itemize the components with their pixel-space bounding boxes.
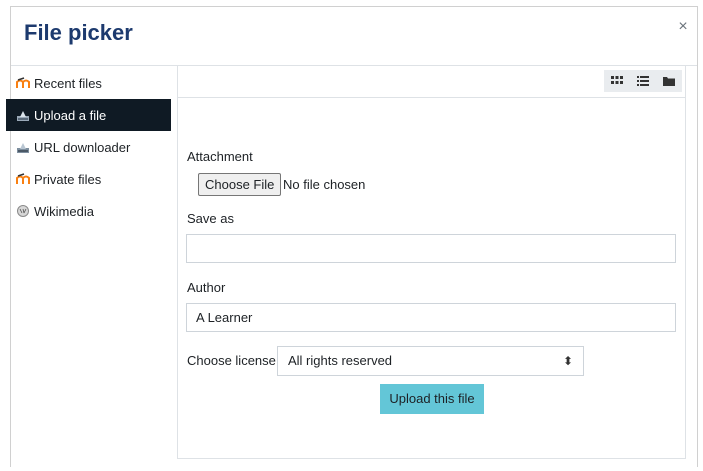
dialog-title: File picker [24, 20, 133, 45]
author-input[interactable]: A Learner [186, 303, 676, 332]
dialog-header: File picker × [11, 7, 697, 66]
url-download-icon [16, 140, 30, 154]
sidebar-item-label: Wikimedia [34, 203, 94, 219]
sidebar-item-label: Private files [34, 171, 102, 187]
select-arrows-icon: ⬍ [562, 354, 573, 368]
sidebar-item-label: Recent files [34, 75, 102, 91]
attachment-label: Attachment [187, 149, 253, 164]
icons-view-icon[interactable] [604, 70, 630, 92]
sidebar-item-url-downloader[interactable]: URL downloader [6, 131, 171, 163]
author-label: Author [187, 280, 226, 295]
view-switcher [604, 70, 682, 92]
moodle-icon [16, 172, 30, 186]
license-select[interactable]: All rights reserved ⬍ [277, 346, 584, 376]
license-label: Choose license [187, 353, 276, 368]
file-picker-content: Attachment Choose File No file chosen Sa… [177, 65, 686, 459]
sidebar-item-private-files[interactable]: Private files [6, 163, 171, 195]
close-icon[interactable]: × [675, 19, 691, 35]
moodle-icon [16, 76, 30, 90]
sidebar-item-upload-a-file[interactable]: Upload a file [6, 99, 171, 131]
repository-sidebar: Recent files Upload a file URL downloade… [6, 67, 171, 227]
save-as-input[interactable] [186, 234, 676, 263]
sidebar-item-wikimedia[interactable]: Wikimedia [6, 195, 171, 227]
license-select-value: All rights reserved [288, 353, 393, 368]
sidebar-item-recent-files[interactable]: Recent files [6, 67, 171, 99]
folder-view-icon[interactable] [656, 70, 682, 92]
save-as-label: Save as [187, 211, 234, 226]
list-view-icon[interactable] [630, 70, 656, 92]
wikimedia-icon [16, 204, 30, 218]
sidebar-item-label: URL downloader [34, 139, 131, 155]
sidebar-item-label: Upload a file [34, 107, 107, 123]
no-file-chosen-text: No file chosen [283, 177, 366, 192]
upload-icon [16, 108, 30, 122]
file-picker-toolbar [178, 66, 685, 98]
choose-file-button[interactable]: Choose File [198, 173, 282, 196]
upload-this-file-button[interactable]: Upload this file [380, 384, 484, 414]
